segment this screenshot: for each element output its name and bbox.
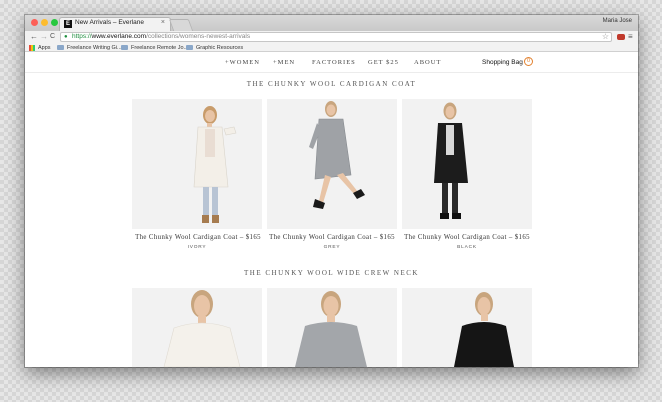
product-color-black: BLACK [457,245,477,250]
product-image-cardigan-black[interactable] [402,99,532,229]
product-name-cardigan-ivory[interactable]: The Chunky Wool Cardigan Coat – $165 [128,234,268,241]
section-title-cardigan: THE CHUNKY WOOL CARDIGAN COAT [246,80,417,88]
reload-icon[interactable]: C [50,31,55,43]
bookmark-apps[interactable]: Apps [29,43,51,52]
model-photo [163,290,241,367]
model-photo [193,106,237,223]
menu-icon[interactable]: ≡ [628,31,633,43]
product-image-crew-ivory[interactable] [132,288,262,367]
model-photo [295,291,367,367]
bookmark-graphic-resources[interactable]: Graphic Resources [186,43,243,52]
nav-men[interactable]: +MEN [273,59,295,66]
browser-tab[interactable]: E New Arrivals – Everlane × [59,17,171,31]
product-image-cardigan-grey[interactable] [267,99,397,229]
site-navigation: +WOMEN +MEN FACTORIES GET $25 ABOUT Shop… [25,52,638,73]
tab-strip: E New Arrivals – Everlane × Maria Jose [25,15,638,31]
product-image-crew-grey[interactable] [267,288,397,367]
model-photo [309,101,365,209]
nav-about[interactable]: ABOUT [414,59,441,66]
url-text: https://www.everlane.com/collections/wom… [72,33,251,40]
nav-get-25[interactable]: GET $25 [368,59,399,66]
product-name-cardigan-black[interactable]: The Chunky Wool Cardigan Coat – $165 [397,234,537,241]
product-image-cardigan-ivory[interactable] [132,99,262,229]
close-window-button[interactable] [31,19,38,26]
browser-window: E New Arrivals – Everlane × Maria Jose ←… [25,15,638,367]
zoom-window-button[interactable] [51,19,58,26]
product-image-crew-black[interactable] [402,288,532,367]
apps-grid-icon [29,44,35,51]
bookmark-freelance-writing[interactable]: Freelance Writing Gi... [57,43,122,52]
minimize-window-button[interactable] [41,19,48,26]
profile-name[interactable]: Maria Jose [603,18,632,24]
tab-close-icon[interactable]: × [161,19,165,26]
section-title-crew-neck: THE CHUNKY WOOL WIDE CREW NECK [244,269,419,277]
new-tab-button[interactable] [168,19,194,31]
lock-icon: ● [64,34,68,40]
folder-icon [57,45,64,50]
extension-icon[interactable] [617,34,625,40]
bookmarks-bar: Apps Freelance Writing Gi... Freelance R… [25,43,638,52]
bookmark-star-icon[interactable]: ☆ [602,32,609,41]
product-color-grey: GREY [323,245,341,250]
nav-women[interactable]: +WOMEN [225,59,260,66]
shopping-bag-count[interactable]: 0 [524,57,533,66]
everlane-favicon-icon: E [64,20,72,28]
bookmark-freelance-remote[interactable]: Freelance Remote Jo... [121,43,188,52]
page-content: +WOMEN +MEN FACTORIES GET $25 ABOUT Shop… [25,52,638,367]
product-color-ivory: IVORY [187,245,207,250]
nav-factories[interactable]: FACTORIES [312,59,356,66]
forward-arrow-icon[interactable]: → [40,31,48,43]
browser-toolbar: ← → C ● https://www.everlane.com/collect… [25,31,638,43]
product-name-cardigan-grey[interactable]: The Chunky Wool Cardigan Coat – $165 [262,234,402,241]
folder-icon [121,45,128,50]
back-arrow-icon[interactable]: ← [30,31,38,43]
tab-title: New Arrivals – Everlane [75,19,144,26]
folder-icon [186,45,193,50]
shopping-bag-link[interactable]: Shopping Bag [482,59,523,66]
address-bar[interactable]: ● https://www.everlane.com/collections/w… [60,32,612,42]
model-photo [434,102,468,219]
model-photo [454,292,514,367]
